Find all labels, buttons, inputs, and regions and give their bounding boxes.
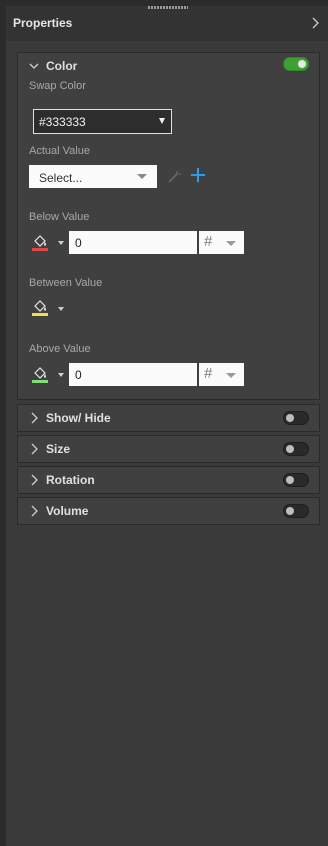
dropdown-arrow-icon xyxy=(159,118,165,124)
show-hide-title: Show/ Hide xyxy=(46,411,111,425)
below-value-input[interactable]: 0 xyxy=(69,231,197,254)
size-title: Size xyxy=(46,442,71,456)
below-color-swatch xyxy=(32,248,48,251)
dropdown-arrow-icon xyxy=(226,373,236,378)
below-unit-value: # xyxy=(204,233,213,250)
resize-grip[interactable] xyxy=(148,6,188,9)
add-icon[interactable] xyxy=(190,167,206,183)
rotation-toggle[interactable] xyxy=(283,473,309,487)
between-value-label: Between Value xyxy=(29,277,103,289)
swap-color-select[interactable]: #333333 xyxy=(33,109,172,134)
chevron-right-icon[interactable] xyxy=(29,474,39,486)
chevron-down-icon[interactable] xyxy=(58,241,64,245)
swap-color-label: Swap Color xyxy=(29,80,86,92)
panel-left-border xyxy=(0,0,6,846)
above-color-swatch xyxy=(32,380,48,383)
between-color-swatch xyxy=(32,313,48,316)
properties-header[interactable]: Properties xyxy=(6,6,328,41)
volume-toggle[interactable] xyxy=(283,504,309,518)
color-section-title[interactable]: Color xyxy=(46,59,77,73)
above-value-input[interactable]: 0 xyxy=(69,363,197,386)
color-section: Color Swap Color #333333 Actual Value Se… xyxy=(17,52,320,400)
chevron-down-icon[interactable] xyxy=(29,60,39,72)
above-unit-select[interactable]: # xyxy=(199,363,244,386)
paint-bucket-icon[interactable] xyxy=(30,297,50,317)
above-value-label: Above Value xyxy=(29,343,91,355)
below-unit-select[interactable]: # xyxy=(199,231,244,254)
dropdown-arrow-icon xyxy=(226,241,236,246)
paint-bucket-icon[interactable] xyxy=(30,232,50,252)
chevron-down-icon[interactable] xyxy=(58,373,64,377)
actual-value-placeholder: Select... xyxy=(39,171,83,185)
color-toggle[interactable] xyxy=(283,57,309,71)
actual-value-select[interactable]: Select... xyxy=(29,165,157,188)
paint-bucket-icon[interactable] xyxy=(30,364,50,384)
rotation-section[interactable]: Rotation xyxy=(17,466,320,494)
dropdown-arrow-icon xyxy=(137,174,147,179)
show-hide-toggle[interactable] xyxy=(283,411,309,425)
size-section[interactable]: Size xyxy=(17,435,320,463)
chevron-right-icon[interactable] xyxy=(310,17,320,29)
chevron-right-icon[interactable] xyxy=(29,505,39,517)
above-value-number: 0 xyxy=(75,368,82,382)
below-value-label: Below Value xyxy=(29,211,90,223)
volume-section[interactable]: Volume xyxy=(17,497,320,525)
above-unit-value: # xyxy=(204,365,213,382)
chevron-right-icon[interactable] xyxy=(29,443,39,455)
show-hide-section[interactable]: Show/ Hide xyxy=(17,404,320,432)
chevron-down-icon[interactable] xyxy=(58,307,64,311)
below-value-number: 0 xyxy=(75,236,82,250)
properties-title: Properties xyxy=(13,16,73,30)
rotation-title: Rotation xyxy=(46,473,95,487)
magic-wand-icon[interactable] xyxy=(167,170,181,184)
size-toggle[interactable] xyxy=(283,442,309,456)
actual-value-label: Actual Value xyxy=(29,145,90,157)
volume-title: Volume xyxy=(46,504,89,518)
chevron-right-icon[interactable] xyxy=(29,412,39,424)
swap-color-value: #333333 xyxy=(39,115,86,129)
